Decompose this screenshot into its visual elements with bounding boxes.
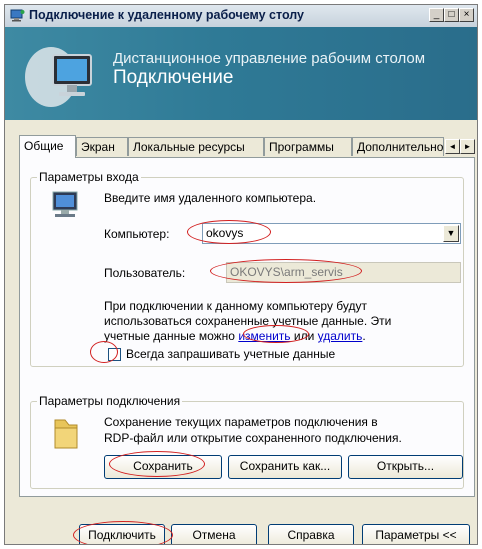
info-line-3: учетные данные можно изменить или удалит… bbox=[104, 329, 366, 343]
info-line-2: использоваться сохраненные учетные данны… bbox=[104, 314, 392, 328]
tab-general[interactable]: Общие bbox=[19, 135, 76, 158]
user-label: Пользователь: bbox=[104, 266, 186, 280]
save-button[interactable]: Сохранить bbox=[104, 455, 222, 479]
connect-button[interactable]: Подключить bbox=[79, 524, 165, 544]
title-bar[interactable]: Подключение к удаленному рабочему столу … bbox=[5, 5, 477, 28]
connection-settings-legend: Параметры подключения bbox=[37, 394, 183, 408]
monitor-icon bbox=[25, 47, 92, 107]
options-button[interactable]: Параметры << bbox=[362, 524, 470, 544]
computer-label: Компьютер: bbox=[104, 227, 170, 241]
tab-advanced[interactable]: Дополнительно bbox=[352, 137, 444, 156]
folder-icon bbox=[54, 419, 78, 449]
connection-settings-group: Параметры подключения Сохранение текущих… bbox=[30, 394, 464, 489]
info-line-1: При подключении к данному компьютеру буд… bbox=[104, 299, 367, 313]
close-button[interactable]: × bbox=[459, 8, 474, 22]
connection-desc-1: Сохранение текущих параметров подключени… bbox=[104, 415, 378, 429]
chevron-down-icon[interactable]: ▼ bbox=[443, 225, 459, 242]
always-ask-checkbox[interactable] bbox=[108, 348, 121, 361]
computer-icon bbox=[52, 191, 78, 217]
user-value: OKOVYS\arm_servis bbox=[230, 265, 343, 279]
banner-title: Подключение bbox=[113, 67, 234, 88]
save-as-button[interactable]: Сохранить как... bbox=[228, 455, 342, 479]
always-ask-label: Всегда запрашивать учетные данные bbox=[126, 347, 336, 361]
remote-desktop-icon bbox=[10, 9, 25, 22]
computer-value: okovys bbox=[206, 226, 244, 240]
maximize-button[interactable]: □ bbox=[444, 8, 459, 22]
tab-display[interactable]: Экран bbox=[76, 137, 128, 156]
computer-prompt: Введите имя удаленного компьютера. bbox=[104, 191, 317, 205]
header-banner: Дистанционное управление рабочим столом … bbox=[5, 27, 477, 120]
banner-subtitle: Дистанционное управление рабочим столом bbox=[113, 50, 426, 67]
tab-scroll-left-icon[interactable]: ◄ bbox=[445, 139, 460, 154]
open-button[interactable]: Открыть... bbox=[348, 455, 463, 479]
user-field: OKOVYS\arm_servis bbox=[226, 262, 461, 283]
info-or: или bbox=[293, 329, 315, 343]
minimize-button[interactable]: _ bbox=[429, 8, 444, 22]
login-settings-group: Параметры входа Введите имя удаленного к… bbox=[30, 170, 464, 367]
login-settings-legend: Параметры входа bbox=[37, 170, 141, 184]
computer-combobox[interactable]: okovys ▼ bbox=[202, 223, 461, 244]
tab-local-resources[interactable]: Локальные ресурсы bbox=[128, 137, 264, 156]
delete-credentials-link[interactable]: удалить bbox=[318, 329, 363, 343]
general-tab-panel: Параметры входа Введите имя удаленного к… bbox=[19, 157, 475, 497]
tab-programs[interactable]: Программы bbox=[264, 137, 352, 156]
info-line-3-prefix: учетные данные можно bbox=[104, 329, 235, 343]
info-period: . bbox=[362, 329, 366, 343]
change-credentials-link[interactable]: изменить bbox=[238, 329, 290, 343]
window-title: Подключение к удаленному рабочему столу bbox=[29, 8, 305, 22]
help-button[interactable]: Справка bbox=[268, 524, 354, 544]
rdp-window: Подключение к удаленному рабочему столу … bbox=[4, 4, 478, 545]
connection-desc-2: RDP-файл или открытие сохраненного подкл… bbox=[104, 431, 402, 445]
cancel-button[interactable]: Отмена bbox=[171, 524, 257, 544]
tab-scroll-right-icon[interactable]: ► bbox=[460, 139, 475, 154]
